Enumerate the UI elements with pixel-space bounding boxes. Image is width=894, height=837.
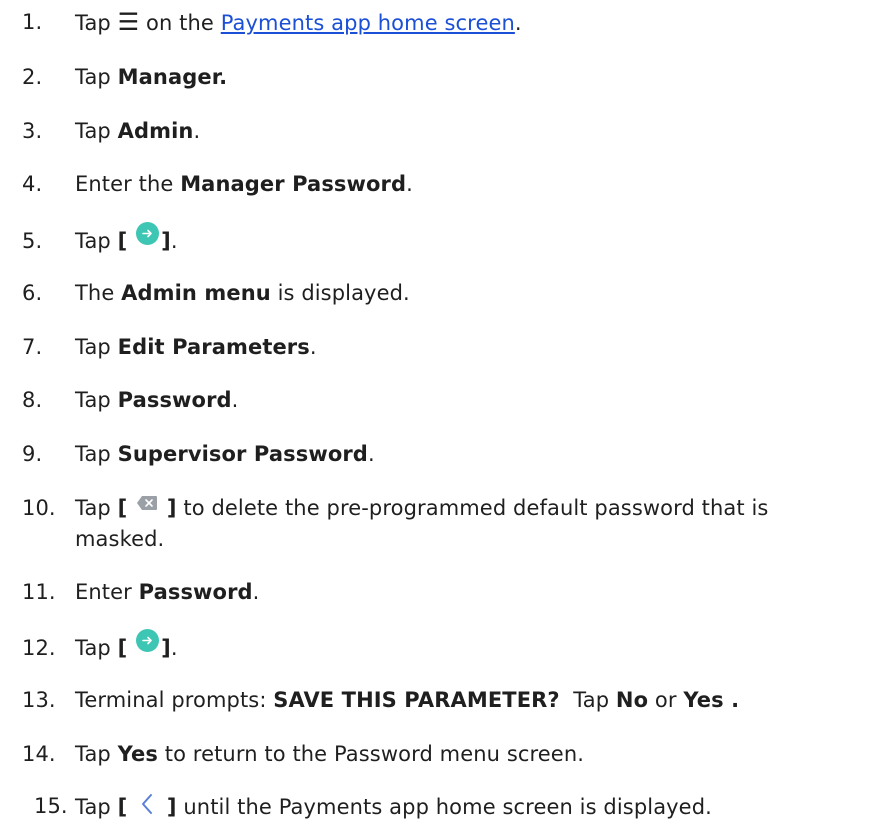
step-text: Enter Password.	[75, 580, 260, 604]
step-text: Tap [ ] until the Payments app home scre…	[75, 792, 875, 821]
step-number: 15.	[34, 794, 68, 818]
step-text: Tap [ ].	[75, 629, 875, 662]
step-number: 2.	[22, 65, 43, 89]
step-text: Tap Supervisor Password.	[75, 442, 375, 466]
step-number: 8.	[22, 388, 43, 412]
step-text: Tap Yes to return to the Password menu s…	[75, 742, 585, 766]
back-chevron-icon	[138, 792, 156, 816]
backspace-icon	[136, 495, 158, 511]
step-number: 7.	[22, 335, 43, 359]
step-text: Tap ☰ on the Payments app home screen.	[75, 8, 522, 36]
step-number: 10.	[22, 496, 56, 520]
step-text: Tap [ ].	[75, 222, 875, 255]
step-number: 3.	[22, 119, 43, 143]
step-number: 14.	[22, 742, 56, 766]
step-number: 12.	[22, 636, 56, 660]
step-number: 1.	[22, 10, 43, 34]
enter-arrow-circle-icon	[136, 222, 160, 245]
step-number: 4.	[22, 172, 43, 196]
step-text: Tap [ ] to delete the pre-programmed def…	[75, 495, 769, 520]
step-text: Tap Admin.	[75, 119, 201, 143]
step-text: Enter the Manager Password.	[75, 172, 413, 196]
step-text: Tap Edit Parameters.	[75, 335, 317, 359]
step-number: 11.	[22, 580, 56, 604]
menu-icon: ☰	[117, 8, 140, 36]
step-number: 13.	[22, 688, 56, 712]
payments-home-link[interactable]: Payments app home screen	[221, 11, 515, 35]
step-text: The Admin menu is displayed.	[75, 281, 410, 305]
step-number: 5.	[22, 229, 43, 253]
step-text: Tap Manager.	[75, 65, 228, 89]
step-number: 9.	[22, 442, 43, 466]
step-text: masked.	[75, 527, 165, 551]
step-number: 6.	[22, 281, 43, 305]
step-text: Terminal prompts: SAVE THIS PARAMETER? T…	[75, 688, 740, 712]
step-text: Tap Password.	[75, 388, 239, 412]
enter-arrow-circle-icon	[136, 629, 160, 652]
